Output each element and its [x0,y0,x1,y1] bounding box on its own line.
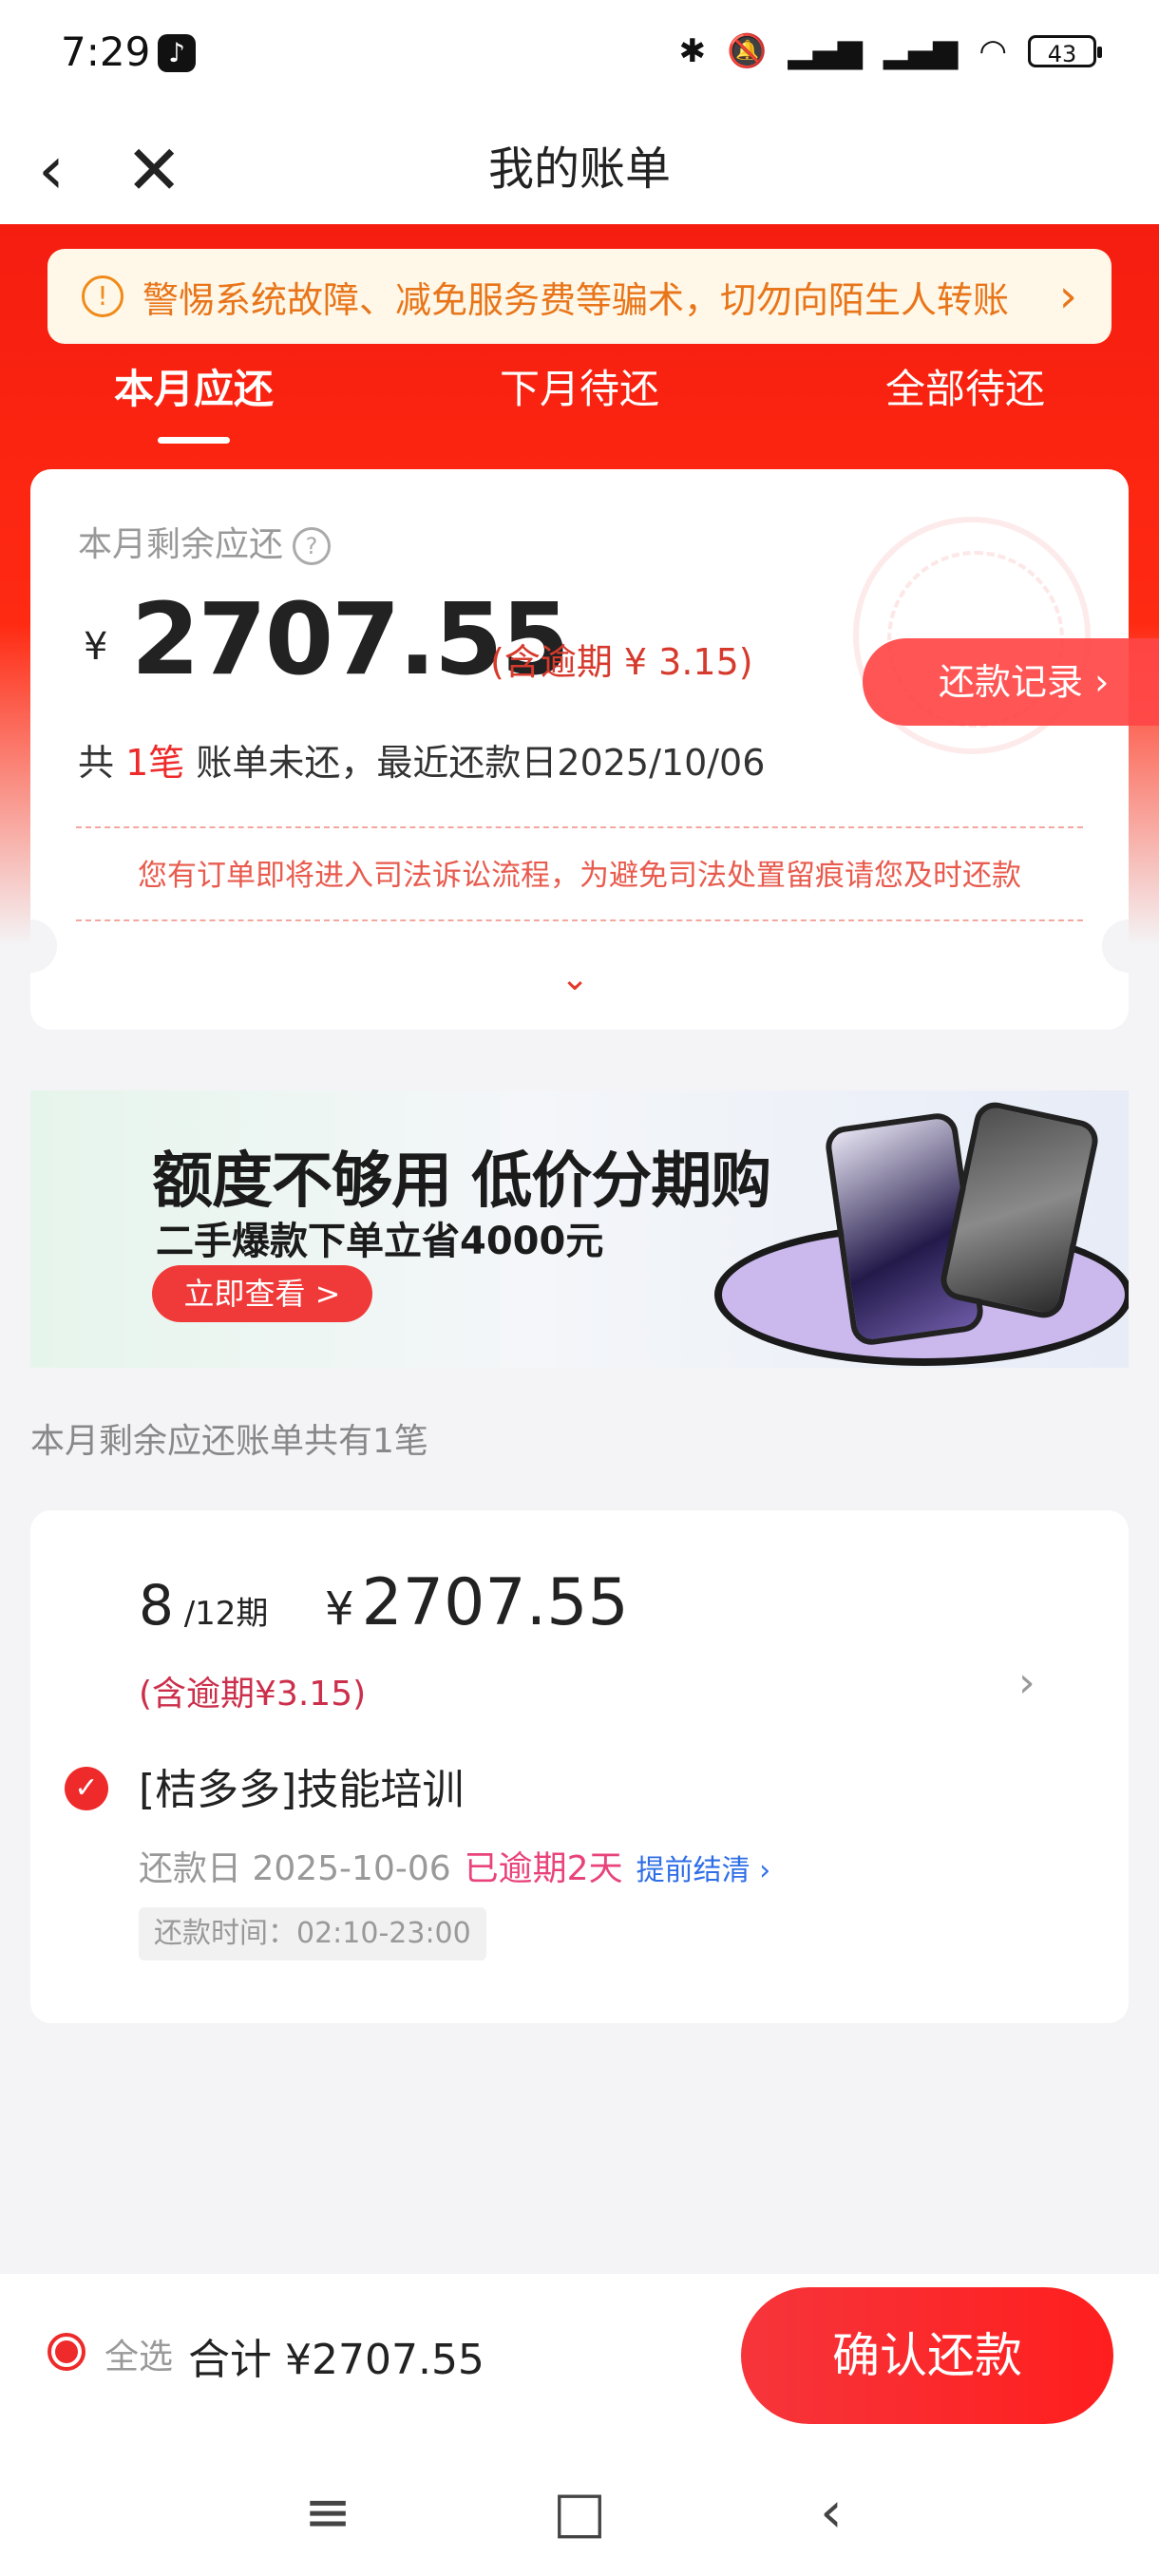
tab-all-pending[interactable]: 全部待还 [851,351,1079,446]
banner-title: 额度不够用 低价分期购 [152,1146,771,1217]
chevron-right-icon: › [1058,270,1077,323]
active-tab-indicator [158,437,230,444]
remaining-label: 本月剩余应还? [78,517,332,566]
section-label: 本月剩余应还账单共有1笔 [30,1422,428,1461]
due-date-line: 还款日 2025-10-06 已逾期2天 提前结清 › [139,1849,771,1888]
bill-card[interactable]: 8 /12期 ¥2707.55 (含逾期¥3.15) › ✓ [桔多多]技能培训… [30,1510,1129,2023]
tab-next-month[interactable]: 下月待还 [466,351,694,446]
promo-banner[interactable]: 额度不够用 低价分期购 二手爆款下单立省4000元 立即查看 > [30,1090,1129,1368]
bill-count-line: 共 1笔 账单未还，最近还款日2025/10/06 [78,742,766,784]
tiktok-notification-icon: ♪ [158,34,196,72]
close-icon[interactable]: ✕ [125,127,192,213]
system-nav-bar: ≡ □ ‹ [0,2460,1159,2565]
help-icon[interactable]: ? [293,527,332,565]
select-all-radio[interactable] [48,2333,86,2371]
select-all-label[interactable]: 全选 [104,2329,173,2378]
tab-this-month[interactable]: 本月应还 [80,351,308,446]
early-payoff-link[interactable]: 提前结清 › [636,1854,771,1887]
menu-icon[interactable]: ≡ [285,2470,370,2555]
bluetooth-icon: ✱ [678,32,707,70]
bill-count: 1笔 [125,742,185,784]
installment-period: 8 /12期 [139,1573,269,1638]
back-nav-icon[interactable]: ‹ [788,2470,874,2555]
back-icon[interactable]: ‹ [38,127,95,213]
summary-card: 本月剩余应还? ¥ 2707.55 (含逾期 ¥ 3.15) 共 1笔 账单未还… [30,469,1129,1030]
signal-icon: ▂▄▆ [788,32,863,70]
tab-bar: 本月应还 下月待还 全部待还 [0,351,1159,446]
divider [76,919,1083,921]
total-amount: 合计 ¥2707.55 [188,2336,484,2384]
home-icon[interactable]: □ [537,2470,622,2555]
repay-time-chip: 还款时间：02:10-23:00 [139,1907,486,1960]
bill-name: [桔多多]技能培训 [139,1766,465,1814]
confirm-repayment-button[interactable]: 确认还款 [741,2287,1113,2424]
currency-symbol: ¥ [84,625,108,669]
wifi-icon: ◠ [978,32,1007,70]
bill-checkbox[interactable]: ✓ [65,1767,108,1810]
notice-text: 警惕系统故障、减免服务费等骗术，切勿向陌生人转账 [142,278,1010,321]
warning-icon: ! [82,275,124,317]
status-bar: 7:29 ♪ ✱ 🔕 ▂▄▆ ▂▄▆ ◠ 43 [0,0,1159,114]
bill-overdue-note: (含逾期¥3.15) [139,1675,367,1714]
bill-amount: ¥2707.55 [325,1565,629,1640]
nav-bar: 我的账单 ‹ ✕ [0,114,1159,224]
chevron-down-icon[interactable]: ⌄ [560,959,589,998]
system-icons: ✱ 🔕 ▂▄▆ ▂▄▆ ◠ 43 [678,32,1102,70]
status-time: 7:29 [61,28,151,75]
lawsuit-warning: 您有订单即将进入司法诉讼流程，为避免司法处置留痕请您及时还款 [138,859,1021,893]
chevron-right-icon[interactable]: › [1018,1658,1036,1707]
banner-subtitle: 二手爆款下单立省4000元 [156,1220,604,1263]
repayment-record-button[interactable]: 还款记录 › [863,638,1159,726]
fraud-warning-notice[interactable]: ! 警惕系统故障、减免服务费等骗术，切勿向陌生人转账 › [48,249,1112,344]
mute-icon: 🔕 [727,32,768,70]
banner-view-button[interactable]: 立即查看 > [152,1265,372,1322]
overdue-days: 已逾期2天 [464,1849,623,1888]
battery-icon: 43 [1028,35,1102,67]
signal-icon-2: ▂▄▆ [883,32,959,70]
divider [76,826,1083,828]
overdue-note: (含逾期 ¥ 3.15) [490,641,753,683]
bottom-bar: 全选 合计 ¥2707.55 确认还款 ≡ □ ‹ [0,2274,1159,2576]
